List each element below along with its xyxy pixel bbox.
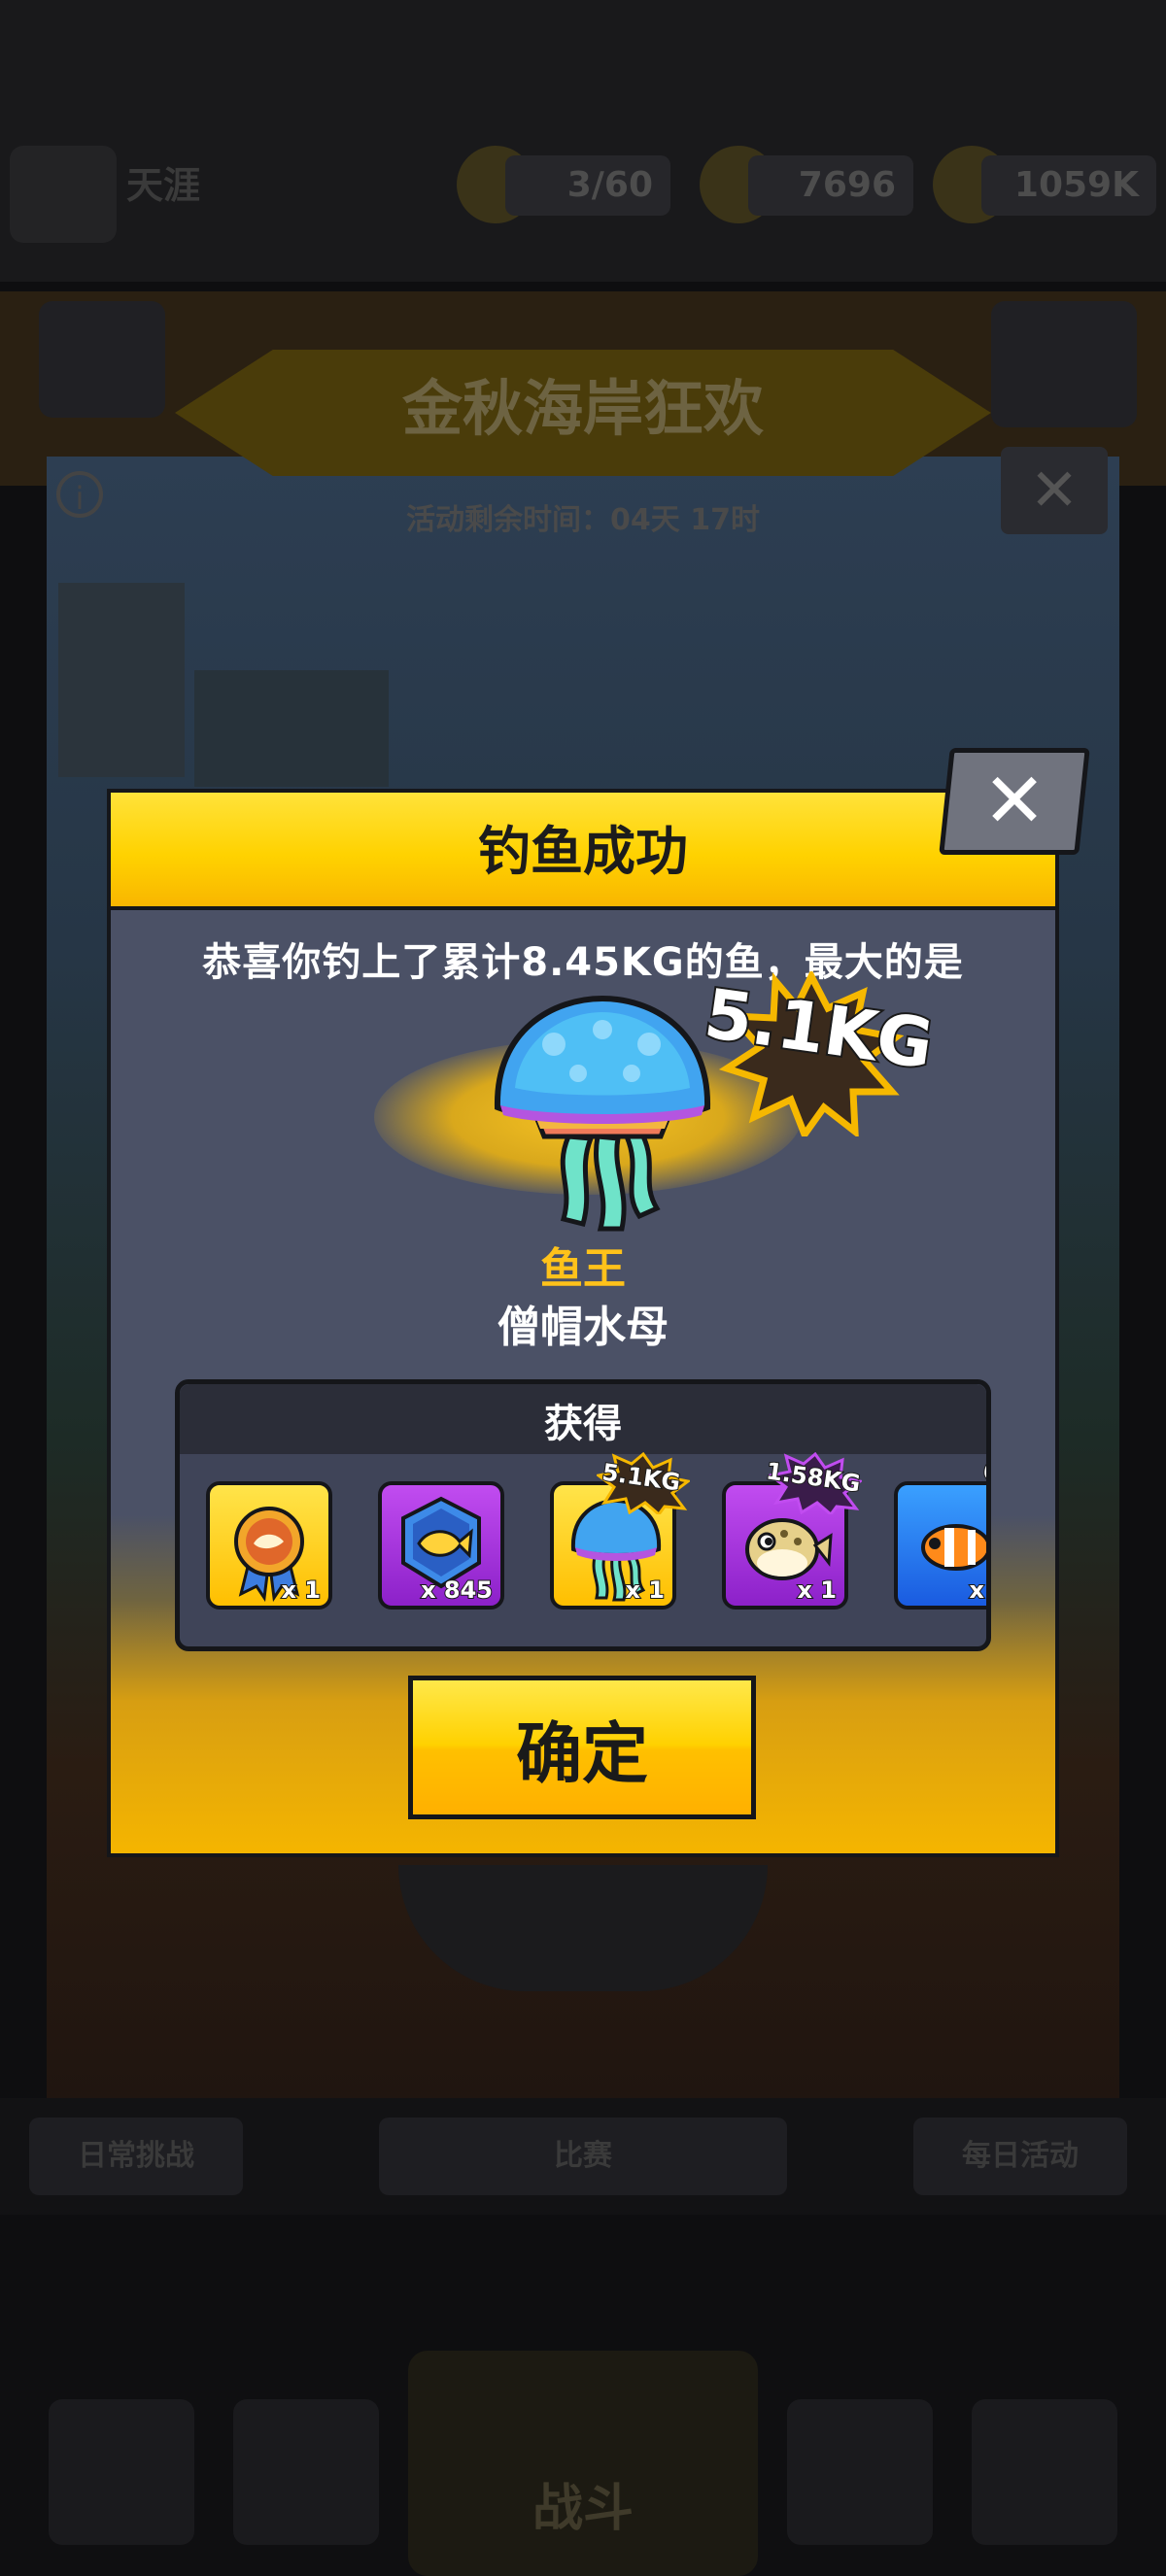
daily-event-button[interactable]: 每日活动 (913, 2118, 1127, 2195)
reward-qty: x 1 (796, 1576, 838, 1605)
reward-item[interactable]: 1.58KG x 1 (722, 1452, 863, 1610)
event-banner-title: 金秋海岸狂欢 (401, 373, 764, 444)
confirm-button-label: 确定 (515, 1716, 648, 1793)
modal-title: 钓鱼成功 (478, 821, 688, 882)
player-avatar[interactable] (10, 146, 117, 243)
nav-item-team[interactable] (787, 2399, 933, 2545)
reward-qty: x 1 (280, 1576, 322, 1605)
nav-item-equipment[interactable] (233, 2399, 379, 2545)
coin-counter: 7696 (748, 155, 913, 216)
congrats-text: 恭喜你钓上了累计8.45KG的鱼，最大的是 (202, 940, 964, 985)
energy-counter: 3/60 (505, 155, 670, 216)
match-button[interactable]: 比赛 (379, 2118, 787, 2195)
nav-item-shop[interactable] (49, 2399, 194, 2545)
building-silhouette (194, 670, 389, 787)
nav-battle-label: 战斗 (532, 2480, 634, 2538)
fish-name: 僧帽水母 (497, 1303, 669, 1352)
top-bar-background (0, 0, 1166, 282)
info-icon[interactable]: i (56, 471, 103, 518)
jellyfish-icon (494, 995, 711, 1232)
nav-item-battle[interactable] (408, 2351, 758, 2576)
gem-counter: 1059K (981, 155, 1156, 216)
shield-button[interactable] (991, 301, 1137, 427)
reward-item[interactable]: x 845 (378, 1481, 504, 1610)
reward-qty: x 1 (968, 1576, 986, 1605)
reward-qty: x 1 (624, 1576, 666, 1605)
event-timer: 活动剩余时间：04天 17时 (406, 503, 760, 537)
reward-qty: x 845 (420, 1576, 494, 1605)
menu-button[interactable] (39, 301, 165, 418)
close-icon[interactable]: ✕ (944, 748, 1084, 855)
reward-item[interactable]: x 1 (206, 1481, 332, 1610)
building-silhouette (58, 583, 185, 777)
fish-king-label: 鱼王 (540, 1244, 626, 1294)
reward-item[interactable]: x 1 (894, 1481, 986, 1610)
rewards-title: 获得 (544, 1402, 622, 1446)
nav-item-rod[interactable] (972, 2399, 1117, 2545)
player-name: 天涯 (126, 164, 201, 207)
daily-challenge-button[interactable]: 日常挑战 (29, 2118, 243, 2195)
event-close-button[interactable]: ✕ (1001, 447, 1108, 534)
reward-item[interactable]: 5.1KG x 1 (550, 1452, 690, 1610)
reward-item-clip: x 1 0. (894, 1457, 986, 1622)
